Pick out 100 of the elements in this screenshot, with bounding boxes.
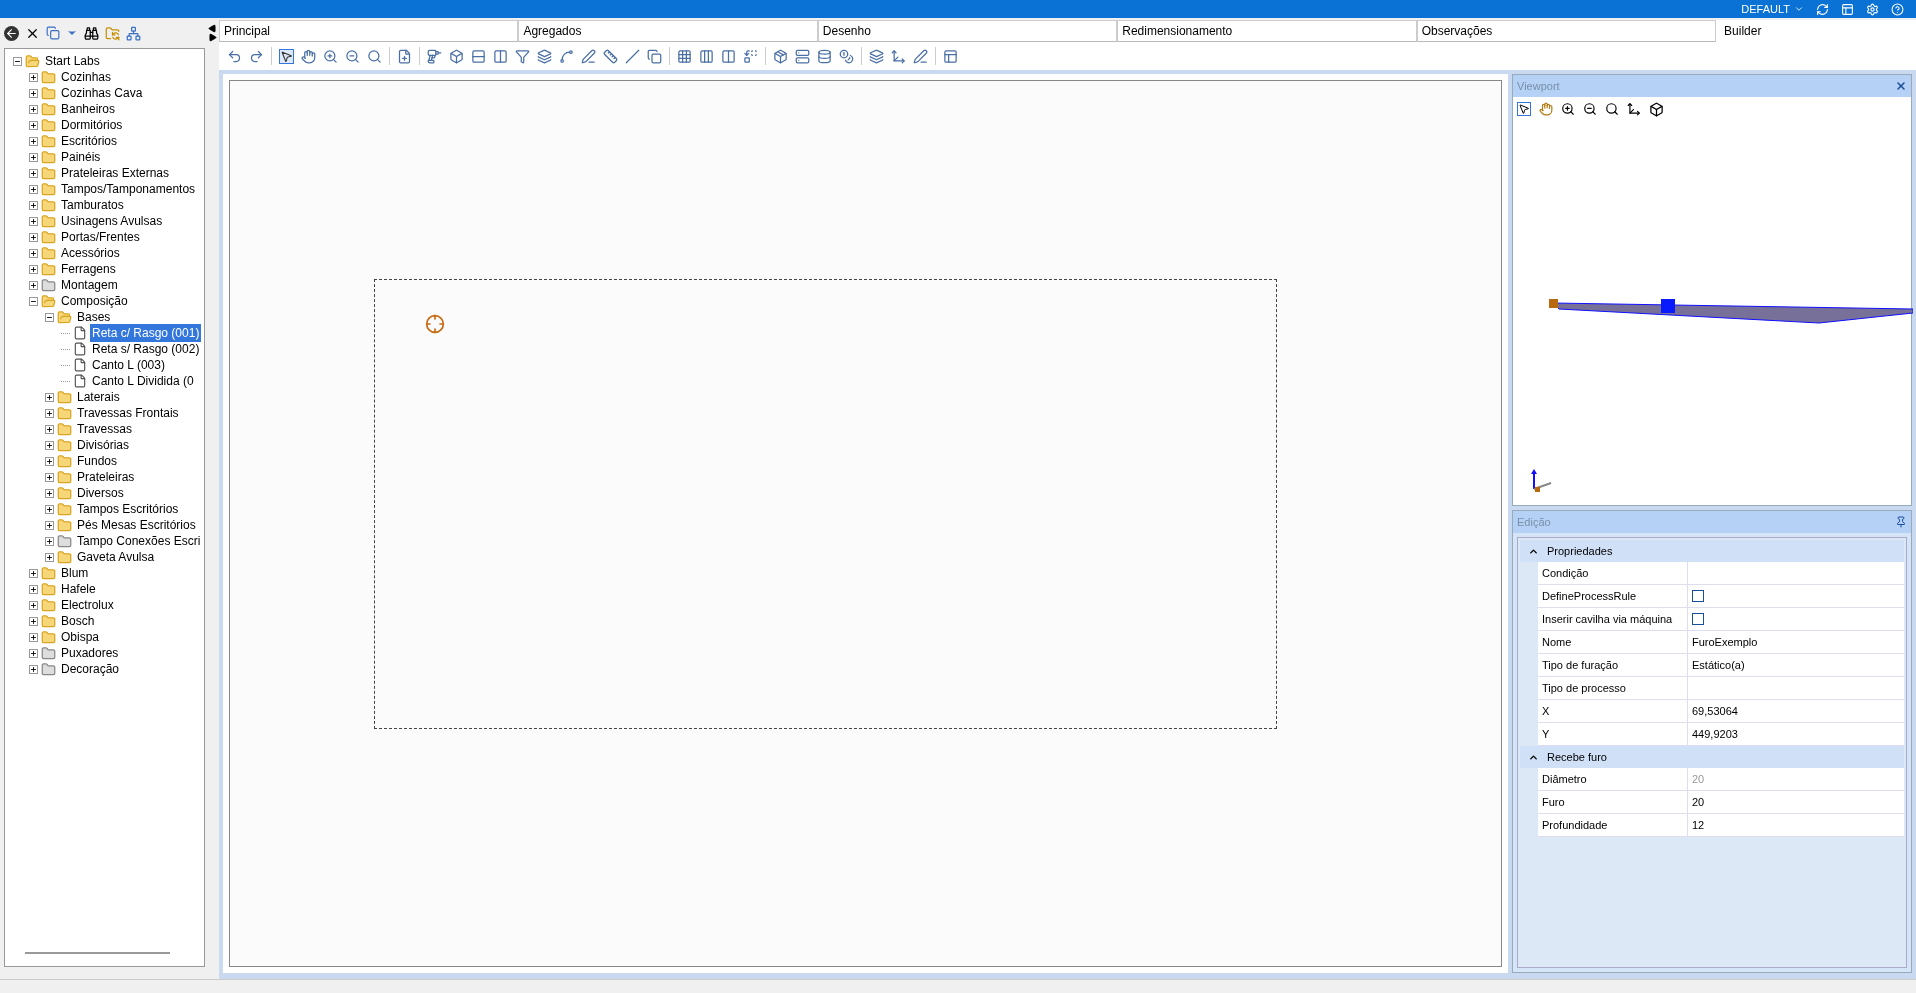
expand-toggle[interactable] xyxy=(45,456,54,466)
tree-item[interactable]: Puxadores xyxy=(59,644,121,662)
tree-item[interactable]: Banheiros xyxy=(59,100,118,118)
tree-item[interactable]: Reta s/ Rasgo (002) xyxy=(90,340,202,358)
expand-toggle[interactable] xyxy=(45,392,54,402)
cabinet-icon[interactable] xyxy=(795,48,810,64)
copy-icon[interactable] xyxy=(647,48,662,64)
zoom-out-icon[interactable] xyxy=(1583,102,1597,116)
expand-toggle[interactable] xyxy=(29,216,38,226)
box-icon[interactable] xyxy=(449,48,464,64)
expand-toggle[interactable] xyxy=(45,408,54,418)
expand-toggle[interactable] xyxy=(29,88,38,98)
move-icon[interactable] xyxy=(891,48,906,64)
property-value[interactable]: 20 xyxy=(1692,793,1705,811)
section-header[interactable]: Recebe furo xyxy=(1520,746,1904,768)
tree-item[interactable]: Bosch xyxy=(59,612,97,630)
settings-icon[interactable] xyxy=(1866,2,1879,16)
drill-icon[interactable] xyxy=(427,48,442,64)
expand-toggle[interactable] xyxy=(45,488,54,498)
expand-toggle[interactable] xyxy=(45,504,54,514)
property-value[interactable]: 12 xyxy=(1692,816,1705,834)
pen-icon[interactable] xyxy=(581,48,596,64)
expand-toggle[interactable] xyxy=(45,552,54,562)
tree-item[interactable]: Montagem xyxy=(59,276,120,294)
tree-item[interactable]: Travessas xyxy=(75,420,134,438)
collapse-arrow-icon[interactable] xyxy=(207,24,217,33)
zoom-in-icon[interactable] xyxy=(1561,102,1575,116)
tree-item[interactable]: Dormitórios xyxy=(59,116,125,134)
pen-icon[interactable] xyxy=(913,48,928,64)
section-header[interactable]: Propriedades xyxy=(1520,540,1904,562)
tree-item[interactable]: Ferragens xyxy=(59,260,118,278)
tree-item[interactable]: Obispa xyxy=(59,628,102,646)
binoculars-icon[interactable] xyxy=(84,25,99,41)
redo-icon[interactable] xyxy=(249,48,264,64)
panel-icon[interactable] xyxy=(943,48,958,64)
tab[interactable]: Desenho xyxy=(817,20,1118,42)
refresh-icon[interactable] xyxy=(1816,2,1829,16)
tree-item[interactable]: Cozinhas Cava xyxy=(59,84,145,102)
expand-toggle[interactable] xyxy=(29,168,38,178)
tree-item[interactable]: Prateleiras Externas xyxy=(59,164,172,182)
tree-item[interactable]: Reta c/ Rasgo (001) xyxy=(90,324,202,342)
tree-item[interactable]: Pés Mesas Escritórios xyxy=(75,516,198,534)
new-file-icon[interactable] xyxy=(397,48,412,64)
columns-icon[interactable] xyxy=(493,48,508,64)
expand-toggle[interactable] xyxy=(29,616,38,626)
expand-toggle[interactable] xyxy=(29,248,38,258)
expand-toggle[interactable] xyxy=(29,264,38,274)
grid-icon[interactable] xyxy=(677,48,692,64)
layers-icon[interactable] xyxy=(537,48,552,64)
collapse-toggle[interactable] xyxy=(45,312,54,322)
filter-icon[interactable] xyxy=(515,48,530,64)
tree-item[interactable]: Divisórias xyxy=(75,436,131,454)
tree-item[interactable]: Painéis xyxy=(59,148,103,166)
tree-item[interactable]: Blum xyxy=(59,564,91,582)
expand-toggle[interactable] xyxy=(45,520,54,530)
hand-icon[interactable] xyxy=(1539,102,1553,116)
pointer-icon[interactable] xyxy=(1517,102,1531,116)
tree-item[interactable]: Tamburatos xyxy=(59,196,126,214)
expand-toggle[interactable] xyxy=(29,200,38,210)
back-icon[interactable] xyxy=(4,25,19,41)
expand-toggle[interactable] xyxy=(29,120,38,130)
expand-toggle[interactable] xyxy=(29,104,38,114)
pin-icon[interactable] xyxy=(1895,516,1907,528)
tree-item[interactable]: Bases xyxy=(75,308,113,326)
package-icon[interactable] xyxy=(773,48,788,64)
line-icon[interactable] xyxy=(625,48,640,64)
expand-toggle[interactable] xyxy=(29,232,38,242)
property-value[interactable]: Estático(a) xyxy=(1692,656,1745,674)
replace-icon[interactable] xyxy=(743,48,758,64)
tab[interactable]: Agregados xyxy=(518,20,818,42)
tree-item[interactable]: Canto L (003) xyxy=(90,356,167,374)
tree-item[interactable]: Fundos xyxy=(75,452,120,470)
tree-item[interactable]: Cozinhas xyxy=(59,68,114,86)
tree-icon[interactable] xyxy=(126,25,141,41)
expand-toggle[interactable] xyxy=(29,568,38,578)
rows-icon[interactable] xyxy=(471,48,486,64)
tab[interactable]: Redimensionamento xyxy=(1117,20,1417,42)
tab[interactable]: Builder xyxy=(1716,20,1916,42)
expand-toggle[interactable] xyxy=(45,440,54,450)
tree-item[interactable]: Prateleiras xyxy=(75,468,137,486)
ruler-icon[interactable] xyxy=(603,48,618,64)
help-icon[interactable] xyxy=(1891,2,1904,16)
coins-icon[interactable] xyxy=(839,48,854,64)
columns-icon[interactable] xyxy=(699,48,714,64)
cube-icon[interactable] xyxy=(1649,101,1664,117)
tree-item[interactable]: Start Labs xyxy=(43,52,102,70)
tree-item[interactable]: Electrolux xyxy=(59,596,116,614)
tree-item[interactable]: Gaveta Avulsa xyxy=(75,548,157,566)
copy-icon[interactable] xyxy=(46,26,60,40)
expand-toggle[interactable] xyxy=(29,184,38,194)
property-value[interactable]: 69,53064 xyxy=(1692,702,1738,720)
expand-toggle[interactable] xyxy=(29,584,38,594)
scrollbar[interactable] xyxy=(25,952,170,954)
tree-item[interactable]: Tampos Escritórios xyxy=(75,500,181,518)
columns-icon[interactable] xyxy=(721,48,736,64)
undo-icon[interactable] xyxy=(227,48,242,64)
tree-item[interactable]: Tampo Conexões Escri xyxy=(75,532,203,550)
checkbox[interactable] xyxy=(1692,613,1704,625)
expand-toggle[interactable] xyxy=(29,600,38,610)
tree-item[interactable]: Tampos/Tamponamentos xyxy=(59,180,198,198)
